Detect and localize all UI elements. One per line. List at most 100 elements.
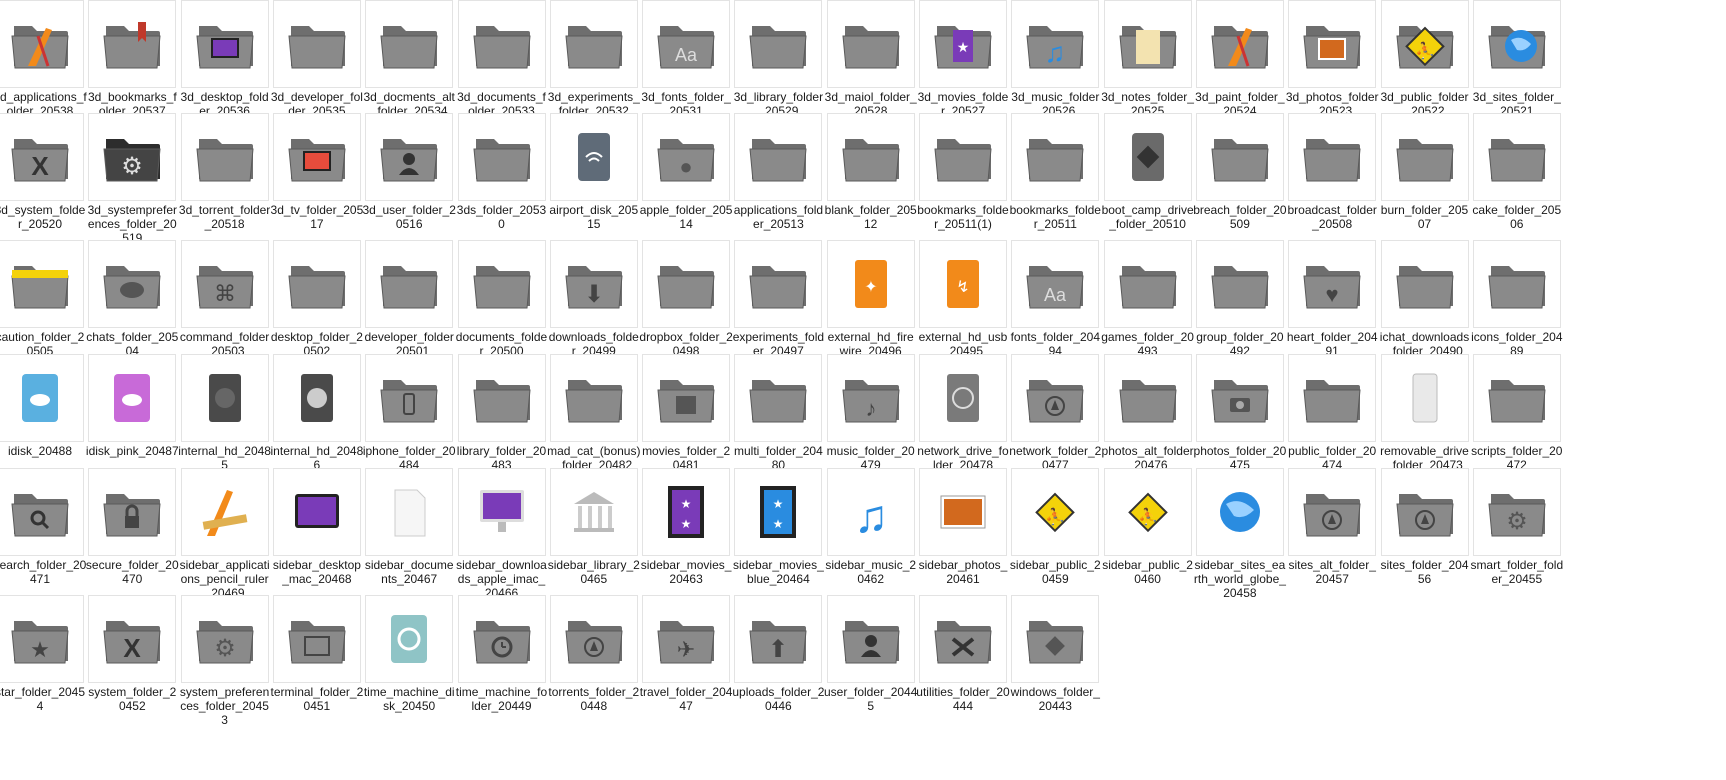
disk-cloud-pink-icon[interactable] [88,354,177,442]
folder-movies-icon[interactable]: ★ [919,0,1007,88]
file-item[interactable]: ⚙ smart_folder_folder_20455 [1469,468,1565,600]
folder-globe-icon[interactable] [1472,0,1561,88]
file-item[interactable]: multi_folder_20480 [730,354,826,486]
folder-iphone-icon[interactable] [365,354,454,442]
folder-bookmark-flat-icon[interactable] [919,113,1007,201]
folder-windows-icon[interactable] [1011,595,1100,683]
sidebar-globe-icon[interactable] [1195,468,1284,556]
folder-gear-icon[interactable]: ⚙ [180,595,269,683]
disk-wifi-icon[interactable] [549,113,638,201]
folder-tv-icon[interactable] [272,113,361,201]
file-item[interactable]: sidebar_sites_earth_world_globe_20458 [1192,468,1288,600]
file-item[interactable]: 3d_tv_folder_20517 [269,113,365,245]
folder-tools-icon[interactable] [919,595,1007,683]
file-item[interactable]: sidebar_downloads_apple_imac_20466 [454,468,550,600]
file-item[interactable]: 3d_torrent_folder_20518 [177,113,273,245]
file-item[interactable]: library_folder_20483 [454,354,550,486]
folder-gear-dark-icon[interactable]: ⚙ [88,113,177,201]
drive-usb-icon[interactable]: ↯ [919,240,1007,328]
file-item[interactable]: ⛹ sidebar_public_20459 [1007,468,1103,600]
file-item[interactable]: secure_folder_20470 [84,468,180,600]
file-item[interactable]: ⛹ sidebar_public_20460 [1100,468,1196,600]
file-item[interactable]: applications_folder_20513 [730,113,826,245]
file-item[interactable]: ★ ★ sidebar_movies_blue_20464 [730,468,826,600]
folder-terminal-icon[interactable] [272,595,361,683]
file-item[interactable]: dropbox_folder_20498 [638,240,734,372]
sidebar-library-icon[interactable] [549,468,638,556]
folder-apps-icon[interactable] [734,113,823,201]
file-item[interactable]: bookmarks_folder_20511 [1007,113,1103,245]
file-item[interactable]: time_machine_folder_20449 [454,595,550,727]
sidebar-desktop-icon[interactable] [272,468,361,556]
folder-user-flat-icon[interactable] [826,595,915,683]
file-item[interactable]: cake_folder_20506 [1469,113,1565,245]
file-item[interactable]: iphone_folder_20484 [361,354,457,486]
disk-timemachine-icon[interactable] [365,595,454,683]
folder-hammer-icon[interactable] [272,0,361,88]
drive-bootcamp-icon[interactable] [1103,113,1192,201]
file-item[interactable]: user_folder_20445 [823,595,919,727]
drive-removable-icon[interactable] [1380,354,1469,442]
file-item[interactable]: network_drive_folder_20478 [915,354,1011,486]
folder-bookmark-flat-icon[interactable] [1011,113,1100,201]
folder-multi-icon[interactable] [734,354,823,442]
file-item[interactable]: broadcast_folder_20508 [1284,113,1380,245]
folder-gamepad-icon[interactable] [1103,240,1192,328]
drive-network-icon[interactable] [919,354,1007,442]
drive-internal-open-icon[interactable] [272,354,361,442]
folder-blank-icon[interactable] [826,113,915,201]
file-item[interactable]: sidebar_applications_pencil_ruler_20469 [177,468,273,600]
file-item[interactable]: ● apple_folder_20514 [638,113,734,245]
folder-clock-icon[interactable] [457,595,546,683]
file-item[interactable]: terminal_folder_20451 [269,595,365,727]
sidebar-photos-icon[interactable] [919,468,1007,556]
folder-torrents-icon[interactable] [549,595,638,683]
folder-icons-icon[interactable] [1472,240,1561,328]
file-item[interactable]: blank_folder_20512 [823,113,919,245]
folder-user-icon[interactable] [365,113,454,201]
file-item[interactable]: search_folder_20471 [0,468,88,600]
file-item[interactable]: ♥ heart_folder_20491 [1284,240,1380,372]
file-item[interactable]: X 3d_system_folder_20520 [0,113,88,245]
folder-paint-icon[interactable] [1195,0,1284,88]
file-item[interactable]: scripts_folder_20472 [1469,354,1565,486]
folder-burn-icon[interactable] [1380,113,1469,201]
drive-internal-icon[interactable] [180,354,269,442]
file-item[interactable]: network_folder_20477 [1007,354,1103,486]
file-item[interactable]: ⬆ uploads_folder_20446 [730,595,826,727]
file-item[interactable]: ichat_downloads_folder_20490 [1377,240,1473,372]
file-item[interactable]: removable_drive_folder_20473 [1377,354,1473,486]
file-item[interactable]: idisk_pink_20487 [84,354,180,486]
folder-doc-flat-icon[interactable] [457,240,546,328]
file-item[interactable]: sites_folder_20456 [1377,468,1473,600]
sidebar-public-icon[interactable]: ⛹ [1011,468,1100,556]
file-item[interactable]: documents_folder_20500 [454,240,550,372]
folder-breach-icon[interactable] [1195,113,1284,201]
folder-apple-icon[interactable]: ● [642,113,731,201]
file-item[interactable]: experiments_folder_20497 [730,240,826,372]
folder-caution-icon[interactable] [0,240,84,328]
file-item[interactable]: ⚙ system_preferences_folder_20453 [177,595,273,727]
folder-flask-flat-icon[interactable] [734,240,823,328]
folder-torrent-icon[interactable] [180,113,269,201]
file-item[interactable]: group_folder_20492 [1192,240,1288,372]
folder-search-icon[interactable] [0,468,84,556]
folder-command-icon[interactable]: ⌘ [180,240,269,328]
file-item[interactable]: ⚙ 3d_systempreferences_folder_20519 [84,113,180,245]
folder-compass-alt-icon[interactable] [1380,468,1469,556]
file-item[interactable]: sidebar_library_20465 [546,468,642,600]
sidebar-pencil-ruler-icon[interactable] [180,468,269,556]
file-item[interactable]: movies_folder_20481 [638,354,734,486]
file-item[interactable]: ⬇ downloads_folder_20499 [546,240,642,372]
file-item[interactable]: developer_folder_20501 [361,240,457,372]
file-item[interactable]: games_folder_20493 [1100,240,1196,372]
file-item[interactable]: public_folder_20474 [1284,354,1380,486]
folder-upload-icon[interactable]: ⬆ [734,595,823,683]
folder-film-icon[interactable] [642,354,731,442]
folder-group-icon[interactable] [1195,240,1284,328]
folder-chat-icon[interactable] [88,240,177,328]
folder-hammer-flat-icon[interactable] [365,240,454,328]
file-item[interactable]: ✈ travel_folder_20447 [638,595,734,727]
drive-firewire-icon[interactable]: ✦ [826,240,915,328]
sidebar-film-purple-icon[interactable]: ★ ★ [642,468,731,556]
